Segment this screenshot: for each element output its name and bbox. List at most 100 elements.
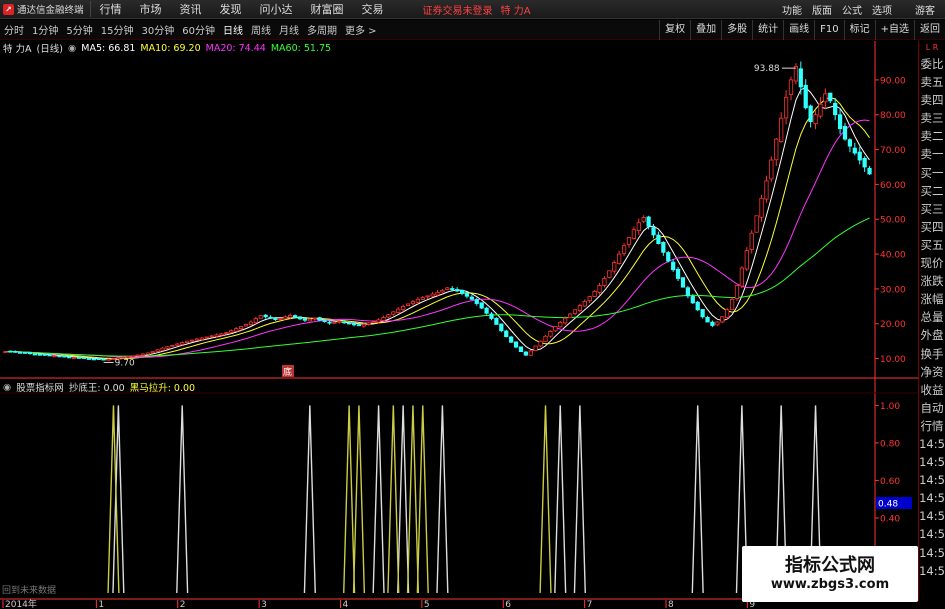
- quote-item[interactable]: 买二: [919, 182, 945, 200]
- dark-horse-spike: [387, 405, 400, 594]
- dark-horse-spike: [539, 405, 552, 594]
- menu-quotes[interactable]: 行情: [89, 1, 131, 17]
- candle-down: [695, 301, 700, 311]
- menu-discover[interactable]: 发现: [211, 1, 251, 17]
- menu-wealth[interactable]: 财富圈: [302, 1, 353, 17]
- quote-item[interactable]: 14:5: [919, 435, 945, 453]
- quote-item[interactable]: 买一: [919, 164, 945, 182]
- quote-item[interactable]: 收益: [919, 381, 945, 399]
- guest-user[interactable]: 游客: [897, 2, 945, 17]
- menu-trade[interactable]: 交易: [353, 1, 393, 17]
- kline-chart[interactable]: 90.00 80.00 70.00 60.00 50.00 40.00 30.00 20.00…: [0, 41, 918, 609]
- candle-down: [322, 320, 327, 323]
- tool-back[interactable]: 返回: [914, 19, 945, 40]
- tool-f10[interactable]: F10: [814, 19, 843, 40]
- candle-down: [27, 352, 33, 355]
- quote-item[interactable]: 14:5: [919, 489, 945, 507]
- quote-item[interactable]: 现价: [919, 254, 945, 272]
- quote-item[interactable]: 14:5: [919, 453, 945, 471]
- indicator-dark-horse: 黑马拉升: 0.00: [129, 383, 196, 394]
- candle-up: [288, 314, 293, 318]
- quote-item[interactable]: 涨跌: [919, 272, 945, 290]
- candle-up: [572, 309, 578, 314]
- quote-item[interactable]: 14:5: [919, 525, 945, 543]
- moving-average-lines: [5, 87, 870, 360]
- candle-down: [867, 167, 872, 175]
- quote-item[interactable]: 行情: [919, 417, 945, 435]
- app-logo-icon: ↗: [3, 3, 14, 15]
- period-1min[interactable]: 1分钟: [28, 22, 62, 37]
- quote-item[interactable]: 卖五: [919, 73, 945, 91]
- quote-item[interactable]: 换手: [919, 345, 945, 363]
- menu-options[interactable]: 选项: [867, 2, 897, 17]
- menu-formula[interactable]: 公式: [837, 2, 867, 17]
- period-monthly[interactable]: 月线: [275, 22, 303, 37]
- quote-item[interactable]: 涨幅: [919, 290, 945, 308]
- candle-up: [626, 236, 632, 246]
- login-notice[interactable]: 证券交易未登录: [423, 2, 493, 17]
- candle-up: [194, 338, 200, 341]
- tool-mark[interactable]: 标记: [843, 19, 875, 40]
- quote-item[interactable]: 总量: [919, 308, 945, 326]
- candlestick-series: [3, 61, 872, 361]
- date-axis: 2014年 1 2 3 4 5 6 7 8 9: [2, 598, 755, 609]
- candle-down: [101, 358, 106, 361]
- tool-stats[interactable]: 统计: [752, 19, 783, 40]
- tool-overlay[interactable]: 叠加: [690, 19, 721, 40]
- candle-up: [533, 345, 538, 351]
- period-weekly[interactable]: 周线: [247, 22, 275, 37]
- candle-up: [180, 342, 185, 345]
- period-60min[interactable]: 60分钟: [178, 22, 219, 37]
- quote-item[interactable]: 买四: [919, 218, 945, 236]
- quote-corner[interactable]: L R: [919, 41, 945, 55]
- candle-down: [450, 288, 455, 290]
- candle-down: [67, 356, 72, 359]
- tool-add-watchlist[interactable]: +自选: [874, 19, 914, 40]
- back-to-future-data[interactable]: 回到未来数据: [2, 583, 56, 596]
- tool-multistock[interactable]: 多股: [721, 19, 752, 40]
- quote-item[interactable]: 买五: [919, 236, 945, 254]
- quote-item[interactable]: 卖四: [919, 91, 945, 109]
- period-timeshare[interactable]: 分时: [0, 22, 28, 37]
- menu-layout[interactable]: 版面: [807, 2, 837, 17]
- quote-item[interactable]: 14:5: [919, 507, 945, 525]
- quote-item[interactable]: 买三: [919, 200, 945, 218]
- tool-draw[interactable]: 画线: [783, 19, 814, 40]
- quote-item[interactable]: 卖二: [919, 127, 945, 145]
- price-tick-label: 60.00: [880, 181, 906, 191]
- menu-news[interactable]: 资讯: [171, 1, 211, 17]
- candle-down: [268, 316, 273, 319]
- menu-market[interactable]: 市场: [131, 1, 171, 17]
- app-title: 通达信金融终端: [17, 5, 84, 16]
- quote-item[interactable]: 卖一: [919, 145, 945, 163]
- candle-up: [612, 262, 617, 272]
- period-multi[interactable]: 多周期: [303, 22, 341, 37]
- period-more[interactable]: 更多 >: [341, 22, 381, 37]
- ma60-label: MA60: 51.75: [270, 42, 332, 54]
- period-daily[interactable]: 日线: [219, 22, 247, 37]
- quote-item[interactable]: 委比: [919, 55, 945, 73]
- menu-functions[interactable]: 功能: [777, 2, 807, 17]
- candle-up: [543, 335, 548, 343]
- candle-up: [607, 270, 612, 278]
- indicator-toggle-icon[interactable]: ◉: [3, 382, 11, 393]
- quote-item[interactable]: 14:5: [919, 562, 945, 580]
- quote-item[interactable]: 外盘: [919, 326, 945, 344]
- header-period: (日线): [36, 44, 63, 55]
- quote-item[interactable]: 净资: [919, 363, 945, 381]
- quote-item[interactable]: 卖三: [919, 109, 945, 127]
- quote-item[interactable]: 14:5: [919, 544, 945, 562]
- header-toggle-icon[interactable]: ◉: [68, 43, 76, 54]
- candle-up: [754, 215, 759, 233]
- menu-ask[interactable]: 问小达: [251, 1, 302, 17]
- price-tick-label: 10.00: [880, 355, 906, 365]
- bottom-king-spike: [372, 405, 385, 594]
- quote-item[interactable]: 自动: [919, 399, 945, 417]
- period-30min[interactable]: 30分钟: [137, 22, 178, 37]
- main-chart-header: 特 力A (日线) ◉ MA5: 66.81 MA10: 69.20 MA20:…: [0, 41, 332, 56]
- tool-adjust[interactable]: 复权: [659, 19, 690, 40]
- quote-item[interactable]: 14:5: [919, 471, 945, 489]
- period-5min[interactable]: 5分钟: [62, 22, 96, 37]
- candle-up: [155, 349, 160, 352]
- period-15min[interactable]: 15分钟: [97, 22, 138, 37]
